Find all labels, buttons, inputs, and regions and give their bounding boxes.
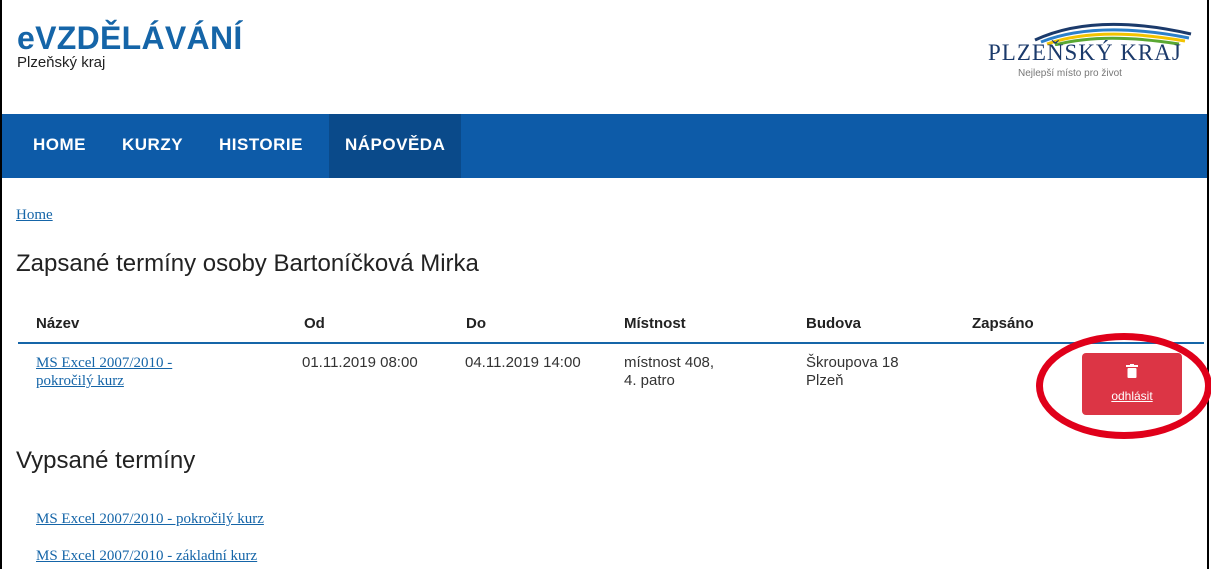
col-mistnost: Místnost	[624, 315, 686, 332]
section-title: Vypsané termíny	[16, 447, 196, 474]
room-line1: místnost 408,	[624, 354, 715, 371]
table-header: Název Od Do Místnost Budova Zapsáno	[18, 310, 1204, 344]
building-line2: Plzeň	[806, 372, 844, 389]
logo-name: PLZEŇSKÝ KRAJ	[988, 40, 1182, 65]
site-title[interactable]: eVZDĚLÁVÁNÍ	[17, 20, 243, 57]
unsubscribe-button[interactable]: odhlásit	[1082, 353, 1182, 415]
page-title: Zapsané termíny osoby Bartoníčková Mirka	[16, 250, 479, 277]
col-nazev: Název	[36, 315, 80, 332]
plzensky-kraj-logo[interactable]: PLZEŇSKÝ KRAJ Nejlepší místo pro život	[985, 16, 1195, 96]
building: Škroupova 18 Plzeň	[806, 354, 899, 390]
site-subtitle: Plzeňský kraj	[17, 54, 106, 71]
trash-icon	[1126, 364, 1138, 378]
room-line2: 4. patro	[624, 372, 675, 389]
term-link-advanced[interactable]: MS Excel 2007/2010 - pokročilý kurz	[36, 511, 264, 528]
header: eVZDĚLÁVÁNÍ Plzeňský kraj PLZEŇSKÝ KRAJ …	[0, 0, 1211, 114]
table-row: MS Excel 2007/2010 - pokročilý kurz 01.1…	[18, 343, 1204, 423]
col-od: Od	[304, 315, 325, 332]
date-from: 01.11.2019 08:00	[302, 354, 418, 371]
col-do: Do	[466, 315, 486, 332]
main-nav: HOME KURZY HISTORIE NÁPOVĚDA	[2, 114, 1207, 178]
course-name-line2: pokročilý kurz	[36, 373, 124, 389]
nav-kurzy[interactable]: KURZY	[106, 114, 199, 178]
col-zapsano: Zapsáno	[972, 315, 1034, 332]
nav-home[interactable]: HOME	[17, 114, 102, 178]
col-budova: Budova	[806, 315, 862, 332]
unsubscribe-label: odhlásit	[1111, 389, 1153, 403]
course-name-line1: MS Excel 2007/2010 -	[36, 355, 173, 371]
logo-tagline: Nejlepší místo pro život	[1018, 68, 1122, 79]
nav-napoveda[interactable]: NÁPOVĚDA	[329, 114, 462, 178]
building-line1: Škroupova 18	[806, 354, 899, 371]
term-link-basic[interactable]: MS Excel 2007/2010 - základní kurz	[36, 548, 257, 565]
room: místnost 408, 4. patro	[624, 354, 714, 390]
breadcrumb-home[interactable]: Home	[16, 207, 53, 224]
course-name-link[interactable]: MS Excel 2007/2010 - pokročilý kurz	[36, 354, 172, 390]
date-to: 04.11.2019 14:00	[465, 354, 581, 371]
nav-historie[interactable]: HISTORIE	[203, 114, 319, 178]
